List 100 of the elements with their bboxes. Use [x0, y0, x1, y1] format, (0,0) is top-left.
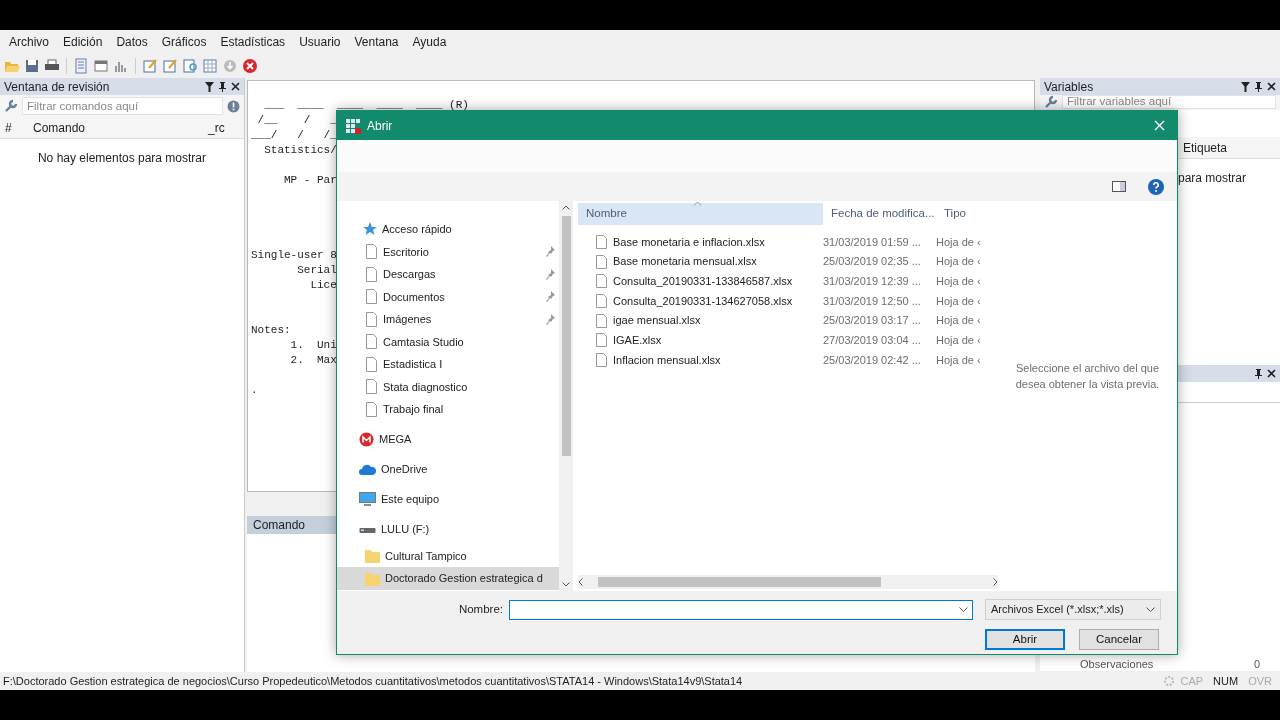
file-date: 31/03/2019 12:39 ... — [823, 273, 922, 289]
nav-item[interactable]: Imágenes — [337, 308, 559, 331]
close-icon[interactable] — [231, 82, 240, 91]
menu-item[interactable]: Archivo — [2, 33, 56, 51]
file-name[interactable]: Base monetaria mensual.xlsx — [613, 253, 757, 270]
nav-item[interactable]: Este equipo — [337, 484, 559, 515]
pin-icon[interactable] — [1255, 81, 1262, 92]
nav-item[interactable]: Estadistica I — [337, 353, 559, 376]
scroll-left-icon[interactable] — [578, 578, 583, 586]
console-line: 1. Uni — [289, 338, 337, 353]
document-icon — [365, 311, 378, 327]
pane-title: Comando — [247, 516, 337, 534]
filter-field[interactable]: Filtrar variables aquí — [1062, 95, 1276, 109]
console-line: ___/ / /_ — [251, 128, 337, 143]
nav-item[interactable]: Escritorio — [337, 240, 559, 263]
nav-item[interactable]: Stata diagnostico — [337, 375, 559, 398]
column-header[interactable]: Etiqueta — [1178, 138, 1233, 157]
stop-icon[interactable] — [242, 58, 258, 74]
nav-item[interactable]: Acceso rápido — [337, 218, 559, 241]
menu-item[interactable]: Estadísticas — [213, 33, 293, 51]
file-name[interactable]: Consulta_20190331-134627058.xlsx — [613, 292, 793, 310]
file-date: 31/03/2019 12:50 ... — [823, 293, 922, 309]
help-icon[interactable] — [1148, 178, 1164, 195]
document-icon — [365, 289, 378, 305]
status-indicator: CAP — [1179, 673, 1205, 689]
scroll-up-icon[interactable] — [562, 205, 570, 210]
scroll-right-icon[interactable] — [993, 578, 998, 586]
column-header[interactable]: _rc — [203, 118, 243, 137]
column-header[interactable]: Nombre — [578, 203, 823, 225]
file-date: 25/03/2019 03:17 ... — [823, 313, 922, 329]
filter-field[interactable]: Filtrar comandos aquí — [22, 97, 223, 115]
info-icon[interactable] — [227, 99, 240, 113]
close-icon[interactable] — [1267, 369, 1276, 378]
nav-item[interactable]: Trabajo final — [337, 398, 559, 421]
scrollbar-thumb[interactable] — [561, 216, 571, 456]
preview-hint: Seleccione el archivo del que desea obtener la vista previa. — [1014, 360, 1161, 392]
file-type: Hoja de ‹ — [936, 293, 981, 309]
close-icon[interactable] — [1267, 82, 1276, 91]
document-icon — [365, 379, 378, 395]
status-indicator: NUM — [1212, 673, 1240, 689]
dialog-button[interactable]: Cancelar — [1079, 629, 1159, 650]
file-name[interactable]: Base monetaria e inflacion.xlsx — [613, 233, 765, 251]
nav-item[interactable]: Doctorado Gestion estrategica d — [337, 567, 559, 590]
caret-icon — [959, 607, 968, 612]
folder-icon — [365, 570, 380, 586]
nav-item[interactable]: LULU (F:) — [337, 514, 559, 545]
save-icon[interactable] — [24, 58, 40, 74]
file-type: Hoja de ‹ — [936, 254, 981, 270]
window-icon[interactable] — [93, 58, 109, 74]
nav-item[interactable]: Documentos — [337, 285, 559, 308]
empty-message: para mostrar — [1178, 171, 1247, 185]
file-type: Hoja de ‹ — [936, 234, 981, 250]
preview-pane-icon[interactable] — [1112, 181, 1126, 192]
field-label: Nombre: — [458, 601, 503, 617]
nav-item[interactable]: MEGA — [337, 424, 559, 455]
document-icon — [596, 293, 607, 308]
filetype-dropdown[interactable]: Archivos Excel (*.xlsx;*.xls) — [985, 599, 1161, 620]
wrench-icon[interactable] — [4, 99, 18, 113]
nav-item[interactable]: OneDrive — [337, 454, 559, 485]
menu-item[interactable]: Ventana — [347, 33, 406, 51]
menu-item[interactable]: Ayuda — [405, 33, 454, 51]
menu-item[interactable]: Edición — [56, 33, 110, 51]
column-header[interactable]: # — [0, 118, 28, 137]
file-name[interactable]: igae mensual.xlsx — [613, 312, 701, 329]
column-header[interactable]: Tipo — [936, 203, 996, 225]
console-line: . — [251, 383, 258, 398]
scroll-down-icon[interactable] — [562, 582, 570, 587]
wrench-icon[interactable] — [1044, 95, 1058, 109]
dialog-button[interactable]: Abrir — [985, 629, 1065, 650]
file-name[interactable]: IGAE.xlsx — [613, 332, 662, 349]
menu-item[interactable]: Gráficos — [154, 33, 214, 51]
menu-item[interactable]: Usuario — [292, 33, 348, 51]
nav-item[interactable]: Descargas — [337, 263, 559, 286]
column-header[interactable]: Fecha de modifica... — [823, 203, 936, 225]
document-icon — [596, 274, 607, 289]
filter-icon[interactable] — [205, 81, 214, 92]
property-label: Observaciones — [1080, 657, 1154, 673]
console-line: Single-user 8 — [251, 248, 337, 263]
console-line: Notes: — [251, 323, 291, 338]
pin-icon[interactable] — [219, 81, 226, 92]
filter-icon[interactable] — [1241, 81, 1250, 92]
nav-item[interactable]: Camtasia Studio — [337, 330, 559, 353]
nav-item[interactable]: Cultural Tampico — [337, 544, 559, 567]
caret-icon — [1146, 607, 1155, 612]
m-logo-icon — [359, 432, 374, 447]
document-icon — [596, 254, 607, 269]
scrollbar-thumb[interactable] — [598, 577, 881, 587]
status-path: F:\Doctorado Gestion estrategica de negocios\Curso Propedeutico\Metodos cuantitativos\metodos cuantitativos\STATA14 - Windows\Stata14v9\Stata14 — [3, 673, 743, 689]
console-line: 2. Max — [289, 353, 337, 368]
folder-icon — [365, 548, 380, 564]
pin-icon — [546, 313, 555, 325]
monitor-icon — [359, 492, 376, 507]
column-header[interactable]: Comando — [28, 118, 203, 137]
file-name[interactable]: Inflacion mensual.xlsx — [613, 351, 721, 369]
document-search-icon[interactable] — [182, 58, 198, 74]
menu-item[interactable]: Datos — [109, 33, 155, 51]
file-name[interactable]: Consulta_20190331-133846587.xlsx — [613, 272, 793, 290]
cloud-icon — [359, 464, 376, 475]
pin-icon[interactable] — [1255, 368, 1262, 379]
filename-field[interactable] — [509, 599, 973, 620]
